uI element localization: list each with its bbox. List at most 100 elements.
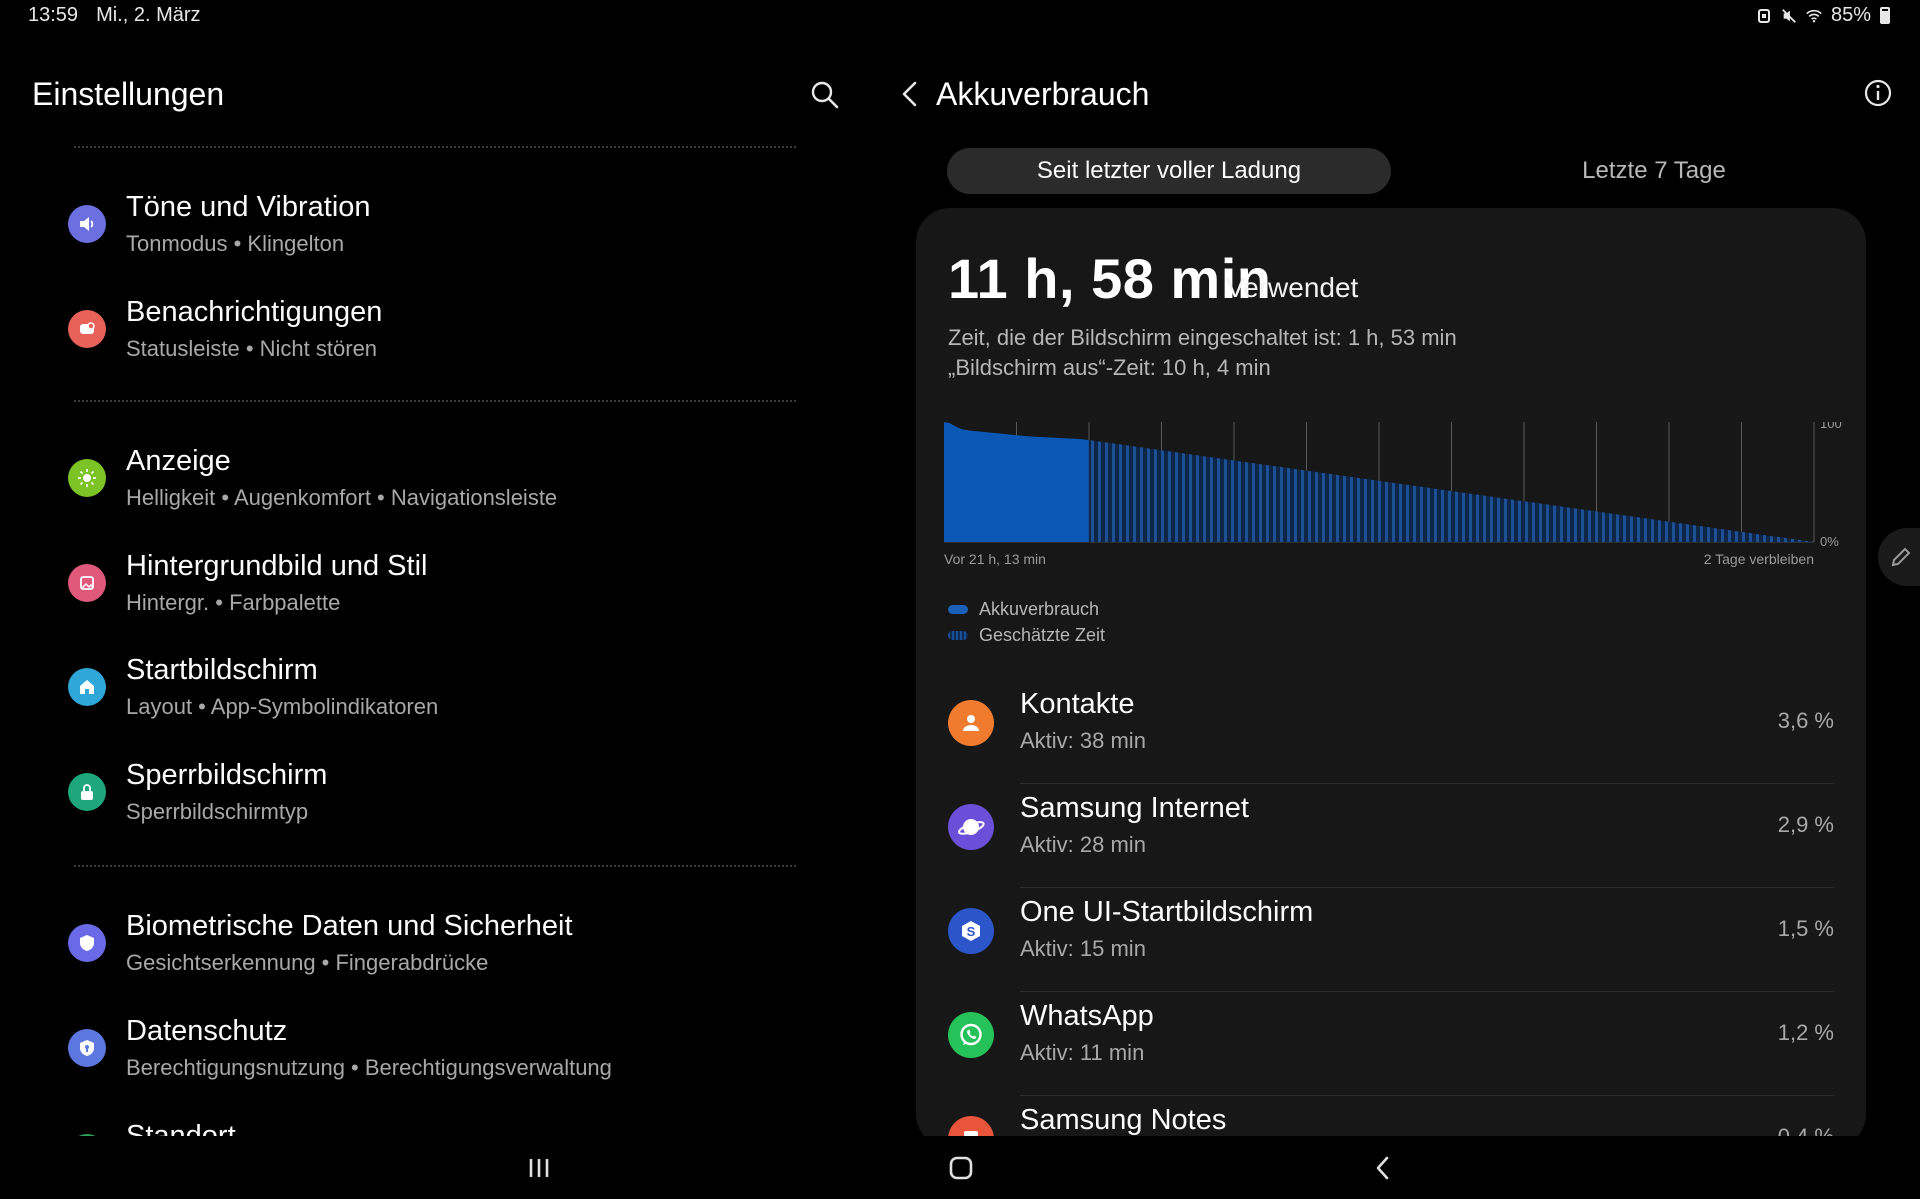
settings-item-title: Hintergrundbild und Stil bbox=[126, 550, 428, 582]
section-divider bbox=[74, 400, 796, 402]
settings-item-home-screen[interactable]: Startbildschirm Layout • App-Symbolindik… bbox=[68, 654, 808, 744]
legend-label-estimate: Geschätzte Zeit bbox=[979, 624, 1106, 645]
privacy-icon bbox=[68, 1029, 106, 1067]
app-name: Samsung Notes bbox=[1020, 1104, 1227, 1136]
wifi-icon bbox=[1806, 6, 1822, 26]
settings-item-subtitle: Tonmodus • Klingelton bbox=[126, 231, 345, 256]
settings-item-notifications[interactable]: Benachrichtigungen Statusleiste • Nicht … bbox=[68, 296, 808, 386]
usage-area bbox=[944, 422, 1089, 542]
screen-off-time: „Bildschirm aus“-Zeit: 10 h, 4 min bbox=[948, 355, 1271, 380]
settings-item-location[interactable]: Standort bbox=[68, 1120, 808, 1136]
shield-icon bbox=[68, 924, 106, 962]
whatsapp-icon bbox=[948, 1012, 994, 1058]
settings-item-display[interactable]: Anzeige Helligkeit • Augenkomfort • Navi… bbox=[68, 445, 808, 535]
app-name: Kontakte bbox=[1020, 688, 1135, 720]
app-percent: 3,6 % bbox=[1777, 708, 1834, 733]
battery-chart: 100 0% Vor 21 h, 13 min 2 Tage verbleiben bbox=[944, 422, 1842, 567]
legend-item-estimate: Geschätzte Zeit bbox=[948, 622, 1105, 648]
app-name: Samsung Internet bbox=[1020, 792, 1249, 824]
battery-usage-card: 11 h, 58 min Verwendet Zeit, die der Bil… bbox=[916, 208, 1866, 1136]
section-divider bbox=[74, 865, 796, 867]
settings-item-title: Standort bbox=[126, 1120, 236, 1136]
tab-last-7-days[interactable]: Letzte 7 Tage bbox=[1432, 148, 1876, 194]
legend-label-usage: Akkuverbrauch bbox=[979, 598, 1100, 619]
notification-icon bbox=[68, 310, 106, 348]
app-name: WhatsApp bbox=[1020, 1000, 1154, 1032]
used-label: Verwendet bbox=[1226, 272, 1359, 303]
y-axis-max-label: 100 bbox=[1820, 422, 1842, 431]
settings-panel: Einstellungen Töne und Vibration Tonmodu… bbox=[0, 32, 880, 1136]
settings-item-sound[interactable]: Töne und Vibration Tonmodus • Klingelton bbox=[68, 191, 808, 281]
pencil-icon bbox=[1891, 547, 1911, 567]
settings-item-subtitle: Helligkeit • Augenkomfort • Navigationsl… bbox=[126, 485, 558, 510]
screen-on-time: Zeit, die der Bildschirm eingeschaltet i… bbox=[948, 325, 1457, 350]
battery-percent: 85% bbox=[1830, 4, 1871, 26]
settings-item-subtitle: Layout • App-Symbolindikatoren bbox=[126, 694, 439, 719]
back-icon[interactable] bbox=[1363, 1148, 1403, 1188]
mute-icon bbox=[1781, 6, 1797, 26]
page-title: Einstellungen bbox=[32, 76, 225, 112]
settings-item-subtitle: Sperrbildschirmtyp bbox=[126, 799, 309, 824]
alarm-icon bbox=[1756, 6, 1772, 26]
page-title: Akkuverbrauch bbox=[936, 76, 1150, 112]
home-button-icon[interactable] bbox=[941, 1148, 981, 1188]
legend-swatch-usage bbox=[948, 604, 968, 614]
app-row-one-ui-home[interactable]: S One UI-Startbildschirm Aktiv: 15 min 1… bbox=[948, 888, 1834, 992]
info-icon[interactable] bbox=[1863, 78, 1893, 108]
app-percent: 1,2 % bbox=[1777, 1020, 1834, 1045]
settings-item-subtitle: Hintergr. • Farbpalette bbox=[126, 590, 341, 615]
wallpaper-icon bbox=[68, 564, 106, 602]
y-axis-min-label: 0% bbox=[1820, 534, 1839, 549]
settings-item-lock-screen[interactable]: Sperrbildschirm Sperrbildschirmtyp bbox=[68, 759, 808, 849]
settings-item-subtitle: Statusleiste • Nicht stören bbox=[126, 336, 378, 361]
app-percent: 1,5 % bbox=[1777, 916, 1834, 941]
app-percent: 0,4 % bbox=[1778, 1124, 1834, 1136]
app-row-kontakte[interactable]: Kontakte Aktiv: 38 min 3,6 % bbox=[948, 680, 1834, 784]
svg-text:S: S bbox=[967, 924, 976, 939]
sound-icon bbox=[68, 205, 106, 243]
status-time: 13:59 bbox=[28, 4, 79, 26]
oneui-home-icon: S bbox=[948, 908, 994, 954]
used-time: 11 h, 58 min bbox=[948, 247, 1272, 310]
app-active-time: Aktiv: 28 min bbox=[1020, 832, 1146, 857]
navigation-bar bbox=[0, 1136, 1920, 1199]
search-icon[interactable] bbox=[808, 78, 842, 112]
home-icon bbox=[68, 668, 106, 706]
settings-item-subtitle: Gesichtserkennung • Fingerabdrücke bbox=[126, 950, 489, 975]
app-name: One UI-Startbildschirm bbox=[1020, 896, 1314, 928]
internet-icon bbox=[948, 804, 994, 850]
x-axis-end-label: 2 Tage verbleiben bbox=[1704, 551, 1814, 567]
app-row-whatsapp[interactable]: WhatsApp Aktiv: 11 min 1,2 % bbox=[948, 992, 1834, 1096]
tab-since-full-charge[interactable]: Seit letzter voller Ladung bbox=[947, 148, 1391, 194]
settings-item-biometrics[interactable]: Biometrische Daten und Sicherheit Gesich… bbox=[68, 910, 808, 1000]
status-bar: 13:59 Mi., 2. März 85% bbox=[0, 0, 1920, 32]
settings-item-wallpaper[interactable]: Hintergrundbild und Stil Hintergr. • Far… bbox=[68, 550, 808, 640]
settings-item-privacy[interactable]: Datenschutz Berechtigungsnutzung • Berec… bbox=[68, 1015, 808, 1105]
legend-item-usage: Akkuverbrauch bbox=[948, 596, 1105, 622]
status-date: Mi., 2. März bbox=[96, 4, 201, 26]
back-arrow-icon[interactable] bbox=[894, 77, 928, 111]
battery-usage-panel: Akkuverbrauch Seit letzter voller Ladung… bbox=[880, 32, 1920, 1136]
settings-item-subtitle: Berechtigungsnutzung • Berechtigungsverw… bbox=[126, 1055, 612, 1080]
app-row-samsung-notes[interactable]: Samsung Notes 0,4 % bbox=[948, 1096, 1834, 1136]
app-percent: 2,9 % bbox=[1777, 812, 1834, 837]
section-divider bbox=[74, 146, 796, 148]
legend-swatch-estimate bbox=[948, 630, 968, 640]
app-active-time: Aktiv: 38 min bbox=[1020, 728, 1146, 753]
settings-item-title: Töne und Vibration bbox=[126, 191, 371, 223]
settings-item-title: Biometrische Daten und Sicherheit bbox=[126, 910, 573, 942]
notes-icon bbox=[948, 1116, 994, 1136]
recents-icon[interactable] bbox=[519, 1148, 559, 1188]
lock-icon bbox=[68, 773, 106, 811]
app-active-time: Aktiv: 15 min bbox=[1020, 936, 1146, 961]
settings-item-title: Anzeige bbox=[126, 445, 231, 477]
app-row-samsung-internet[interactable]: Samsung Internet Aktiv: 28 min 2,9 % bbox=[948, 784, 1834, 888]
settings-item-title: Datenschutz bbox=[126, 1015, 288, 1047]
x-axis-start-label: Vor 21 h, 13 min bbox=[944, 551, 1046, 567]
settings-item-title: Startbildschirm bbox=[126, 654, 318, 686]
contacts-icon bbox=[948, 700, 994, 746]
settings-item-title: Benachrichtigungen bbox=[126, 296, 383, 328]
chart-legend: Akkuverbrauch Geschätzte Zeit bbox=[948, 596, 1105, 648]
settings-item-title: Sperrbildschirm bbox=[126, 759, 328, 791]
battery-icon bbox=[1880, 7, 1890, 24]
